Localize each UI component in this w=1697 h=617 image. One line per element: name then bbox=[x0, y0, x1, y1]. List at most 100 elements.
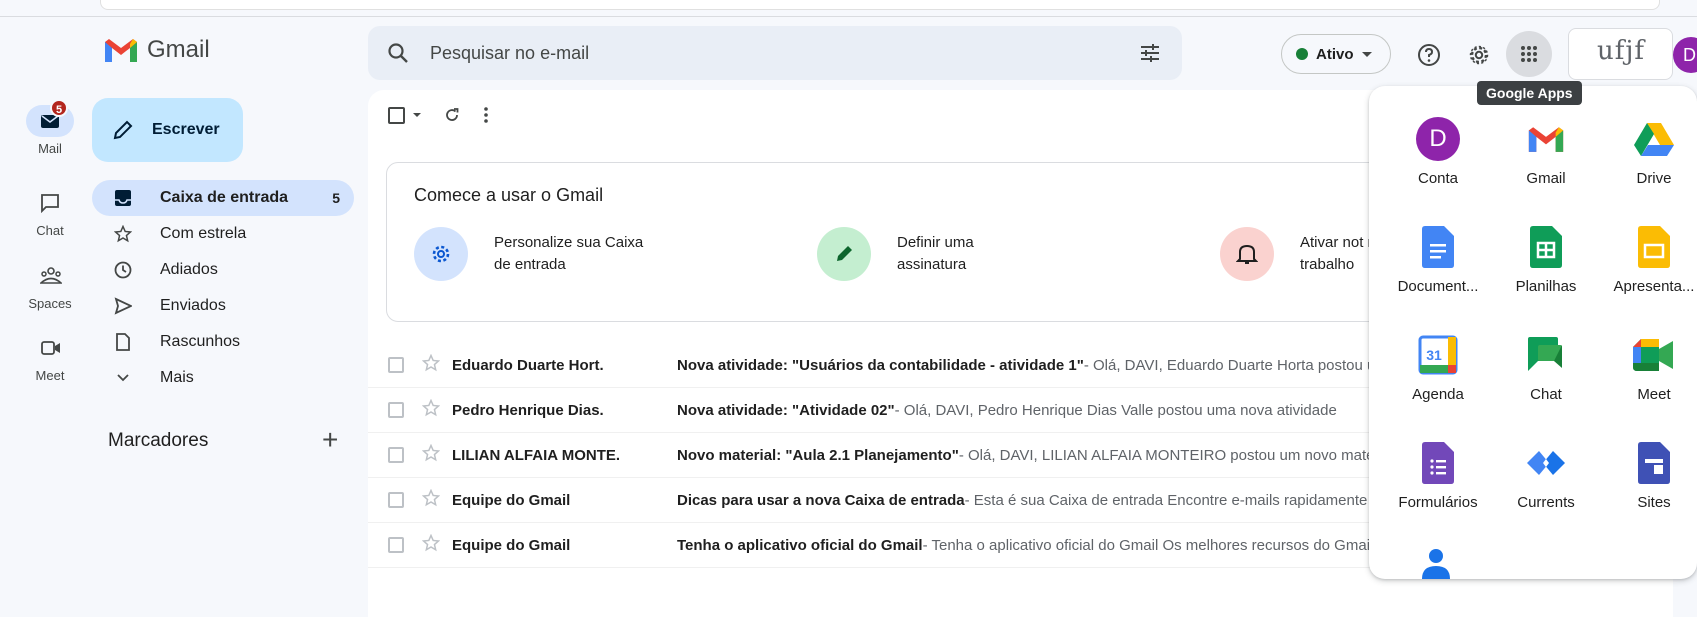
nav-item-snoozed[interactable]: Adiados bbox=[92, 252, 354, 288]
onboard-text: Definir uma assinatura bbox=[897, 234, 974, 273]
app-drive[interactable]: Drive bbox=[1600, 116, 1697, 187]
row-checkbox[interactable] bbox=[388, 357, 404, 373]
nav-item-label: Adiados bbox=[160, 261, 218, 278]
row-checkbox[interactable] bbox=[388, 447, 404, 463]
app-sheets[interactable]: Planilhas bbox=[1492, 224, 1600, 295]
app-label: Drive bbox=[1636, 170, 1672, 187]
rail-meet-label: Meet bbox=[35, 368, 65, 383]
onboard-customize-inbox[interactable]: Personalize sua Caixa de entrada bbox=[414, 227, 644, 281]
app-gmail[interactable]: Gmail bbox=[1492, 116, 1600, 187]
status-active-dot bbox=[1296, 48, 1308, 60]
app-label: Planilhas bbox=[1515, 278, 1577, 295]
nav-item-starred[interactable]: Com estrela bbox=[92, 216, 354, 252]
star-icon[interactable] bbox=[421, 488, 442, 511]
email-subject: Dicas para usar a nova Caixa de entrada bbox=[677, 491, 965, 509]
clock-icon bbox=[112, 259, 134, 281]
app-docs[interactable]: Document... bbox=[1384, 224, 1492, 295]
app-forms[interactable]: Formulários bbox=[1384, 440, 1492, 511]
pen-icon bbox=[817, 227, 871, 281]
app-label: Meet bbox=[1637, 386, 1671, 403]
app-calendar[interactable]: 31 Agenda bbox=[1384, 332, 1492, 403]
compose-label: Escrever bbox=[152, 121, 220, 138]
star-icon bbox=[112, 223, 134, 245]
account-avatar[interactable]: D bbox=[1673, 37, 1697, 73]
draft-icon bbox=[112, 331, 134, 353]
rail-mail-label: Mail bbox=[38, 141, 62, 156]
email-sender: LILIAN ALFAIA MONTE. bbox=[452, 446, 621, 464]
email-subject: Nova atividade: "Usuários da contabilida… bbox=[677, 356, 1084, 374]
row-checkbox[interactable] bbox=[388, 537, 404, 553]
gmail-icon bbox=[1523, 116, 1569, 162]
nav-item-inbox[interactable]: Caixa de entrada 5 bbox=[92, 180, 354, 216]
sites-icon bbox=[1631, 440, 1677, 486]
slides-icon bbox=[1631, 224, 1677, 270]
rail-chat-label: Chat bbox=[36, 223, 64, 238]
spaces-icon bbox=[26, 260, 74, 292]
drive-icon bbox=[1631, 116, 1677, 162]
nav-item-label: Caixa de entrada bbox=[160, 189, 289, 206]
help-icon[interactable] bbox=[1411, 37, 1447, 73]
rail-mail[interactable]: 5 Mail bbox=[10, 99, 90, 156]
nav-item-more[interactable]: Mais bbox=[92, 360, 354, 396]
app-chat[interactable]: Chat bbox=[1492, 332, 1600, 403]
organization-logo[interactable]: ufjf bbox=[1568, 28, 1673, 80]
app-sites[interactable]: Sites bbox=[1600, 440, 1697, 511]
app-slides[interactable]: Apresenta... bbox=[1600, 224, 1697, 295]
google-apps-button[interactable] bbox=[1506, 31, 1552, 77]
app-currents[interactable]: Currents bbox=[1492, 440, 1600, 511]
gmail-logo[interactable]: Gmail bbox=[103, 36, 210, 64]
add-label-icon[interactable]: + bbox=[322, 424, 338, 456]
onboard-signature[interactable]: Definir uma assinatura bbox=[817, 227, 1047, 281]
rail-meet[interactable]: Meet bbox=[10, 332, 90, 383]
nav-item-sent[interactable]: Enviados bbox=[92, 288, 354, 324]
email-snippet: - Esta é sua Caixa de entrada Encontre e… bbox=[964, 491, 1368, 509]
app-label: Agenda bbox=[1412, 386, 1464, 403]
video-icon bbox=[26, 332, 74, 364]
star-icon[interactable] bbox=[421, 533, 442, 556]
refresh-icon[interactable] bbox=[443, 106, 461, 124]
mail-toolbar bbox=[388, 106, 489, 124]
compose-button[interactable]: Escrever bbox=[92, 98, 243, 162]
account-avatar-icon: D bbox=[1415, 116, 1461, 162]
app-account[interactable]: D Conta bbox=[1384, 116, 1492, 187]
search-icon[interactable] bbox=[386, 41, 410, 70]
calendar-day: 31 bbox=[1426, 347, 1442, 363]
select-all-checkbox[interactable] bbox=[388, 106, 405, 124]
pencil-icon bbox=[113, 120, 133, 140]
star-icon[interactable] bbox=[421, 443, 442, 466]
nav-item-drafts[interactable]: Rascunhos bbox=[92, 324, 354, 360]
mail-icon: 5 bbox=[26, 99, 74, 137]
inbox-count: 5 bbox=[332, 190, 340, 206]
status-label: Ativo bbox=[1316, 45, 1354, 63]
app-label: Formulários bbox=[1398, 494, 1478, 511]
settings-gear-icon[interactable] bbox=[1461, 37, 1497, 73]
account-avatar-letter: D bbox=[1416, 117, 1460, 161]
nav-item-label: Com estrela bbox=[160, 225, 247, 242]
app-label: Document... bbox=[1397, 278, 1479, 295]
google-apps-panel: D Conta Gmail Drive Document... Planilha… bbox=[1369, 86, 1697, 579]
search-options-icon[interactable] bbox=[1138, 41, 1162, 70]
star-icon[interactable] bbox=[421, 353, 442, 376]
rail-chat[interactable]: Chat bbox=[10, 187, 90, 238]
contacts-icon[interactable] bbox=[1416, 546, 1456, 579]
search-input[interactable] bbox=[430, 39, 1080, 67]
select-dropdown-icon[interactable] bbox=[413, 113, 421, 117]
email-sender: Equipe do Gmail bbox=[452, 491, 571, 509]
star-icon[interactable] bbox=[421, 398, 442, 421]
email-sender: Eduardo Duarte Hort. bbox=[452, 356, 604, 374]
chevron-down-icon bbox=[112, 367, 134, 389]
chevron-down-icon bbox=[1361, 51, 1372, 57]
email-sender: Pedro Henrique Dias. bbox=[452, 401, 604, 419]
left-rail: 5 Mail Chat Spaces Meet bbox=[10, 17, 80, 617]
search-bar[interactable] bbox=[368, 26, 1182, 80]
email-snippet: - Olá, DAVI, Pedro Henrique Dias Valle p… bbox=[894, 401, 1337, 419]
rail-spaces[interactable]: Spaces bbox=[10, 260, 90, 311]
send-icon bbox=[112, 295, 134, 317]
row-checkbox[interactable] bbox=[388, 492, 404, 508]
nav-item-label: Enviados bbox=[160, 297, 226, 314]
status-dropdown[interactable]: Ativo bbox=[1281, 34, 1391, 74]
app-meet[interactable]: Meet bbox=[1600, 332, 1697, 403]
row-checkbox[interactable] bbox=[388, 402, 404, 418]
forms-icon bbox=[1415, 440, 1461, 486]
more-vert-icon[interactable] bbox=[483, 106, 489, 124]
